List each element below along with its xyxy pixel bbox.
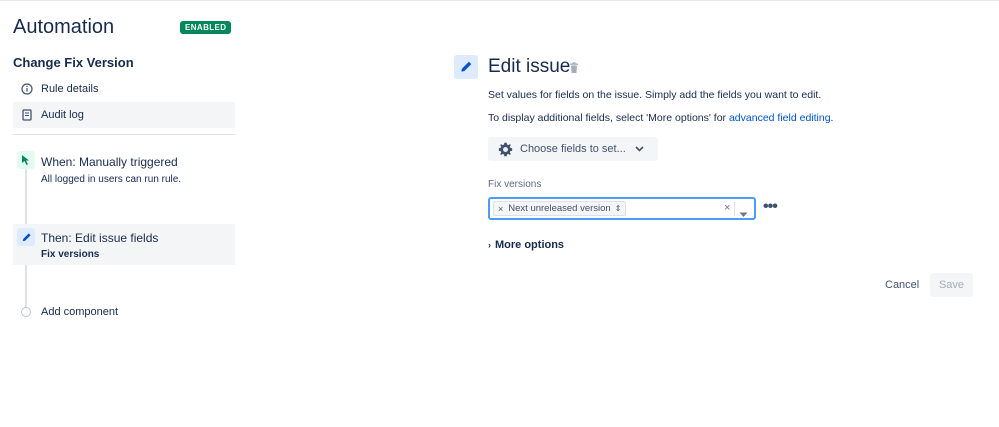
dropdown-arrow-icon[interactable] [739, 205, 748, 223]
more-options-toggle[interactable]: › More options [488, 239, 564, 251]
more-options-label: More options [495, 239, 565, 251]
fix-versions-label: Fix versions [488, 179, 542, 190]
description-line-1: Set values for fields on the issue. Simp… [488, 89, 822, 101]
pencil-icon [454, 55, 478, 79]
description-suffix: . [830, 112, 834, 124]
info-icon [13, 83, 41, 95]
add-component-link[interactable]: Add component [41, 306, 118, 318]
status-badge: ENABLED [180, 21, 232, 34]
rule-name: Change Fix Version [13, 55, 134, 70]
add-component-dot [21, 307, 31, 317]
sidebar-item-label: Rule details [41, 83, 99, 95]
select-separator [734, 202, 735, 216]
step-then-subtitle: Fix versions [41, 249, 100, 260]
tag-updown-icon[interactable]: ⇕ [615, 204, 622, 213]
sidebar-divider [13, 134, 235, 135]
chevron-right-icon: › [488, 240, 491, 250]
step-when-title: When: Manually triggered [41, 155, 178, 169]
sidebar-item-label: Audit log [41, 109, 84, 121]
clear-icon[interactable]: × [724, 202, 730, 214]
save-button[interactable]: Save [930, 273, 973, 297]
description-line-2: To display additional fields, select 'Mo… [488, 112, 833, 124]
top-border [0, 0, 999, 1]
tag-remove-icon[interactable]: × [498, 204, 503, 214]
choose-fields-button[interactable]: Choose fields to set... [488, 137, 658, 161]
gear-icon [498, 142, 513, 157]
chevron-down-icon [635, 146, 644, 152]
document-icon [13, 109, 41, 121]
step-when-subtitle: All logged in users can run rule. [41, 174, 182, 185]
cursor-click-icon [17, 151, 35, 169]
step-then-title: Then: Edit issue fields [41, 231, 159, 245]
description-text: To display additional fields, select 'Mo… [488, 112, 729, 124]
choose-fields-label: Choose fields to set... [520, 143, 626, 155]
sidebar-item-audit-log[interactable]: Audit log [13, 102, 235, 128]
advanced-field-editing-link[interactable]: advanced field editing [729, 112, 831, 124]
page-title: Edit issue [488, 56, 571, 77]
trash-icon[interactable] [569, 61, 579, 79]
pencil-icon [17, 228, 35, 246]
sidebar-item-rule-details[interactable]: Rule details [13, 76, 235, 102]
fix-versions-select[interactable]: × Next unreleased version ⇕ × [488, 197, 756, 220]
more-actions-icon[interactable]: ••• [763, 198, 778, 216]
selected-value-tag: × Next unreleased version ⇕ [493, 201, 627, 216]
app-title: Automation [13, 16, 115, 38]
cancel-button[interactable]: Cancel [878, 274, 926, 296]
tag-label: Next unreleased version [508, 203, 611, 214]
